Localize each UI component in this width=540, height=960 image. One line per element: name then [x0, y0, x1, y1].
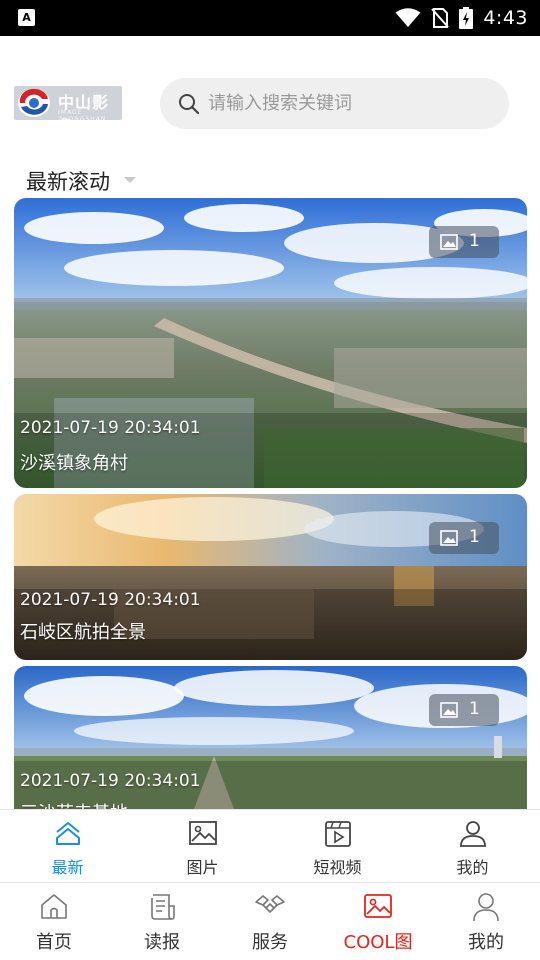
bottom-navigation: 首页 读报 服务 COOL图 我的: [0, 884, 540, 960]
nav-read-paper[interactable]: 读报: [108, 884, 216, 960]
house-icon: [41, 894, 67, 919]
photo-count: 1: [469, 699, 480, 719]
person-icon: [473, 893, 499, 922]
nav-label: 首页: [36, 932, 72, 953]
tab-label: 我的: [456, 858, 489, 877]
nav-label: 读报: [144, 932, 180, 953]
photo-count-badge: 1: [429, 694, 499, 726]
image-icon: [440, 234, 458, 250]
app-logo: 中山影像 IMAGE ZHONGSHAN: [14, 86, 122, 120]
handshake-icon: [255, 895, 285, 914]
user-icon: [459, 821, 486, 847]
card-title: 三沙花卉基地: [20, 799, 128, 809]
section-title[interactable]: 最新滚动: [26, 166, 110, 196]
battery-charging-icon: [459, 7, 474, 29]
nav-label: 我的: [468, 932, 504, 953]
nav-cool-pictures[interactable]: COOL图: [324, 884, 432, 960]
photo-card[interactable]: 1 2021-07-19 20:34:01 三沙花卉基地: [14, 666, 527, 809]
nav-services[interactable]: 服务: [216, 884, 324, 960]
status-right: 4:43: [395, 0, 528, 36]
card-date: 2021-07-19 20:34:01: [20, 590, 201, 610]
image-icon: [440, 702, 458, 718]
photo-count-badge: 1: [429, 226, 499, 258]
tab-mine[interactable]: 我的: [405, 810, 540, 882]
no-sim-icon: [431, 8, 450, 28]
content-tab-bar: 最新 图片 短视频 我的: [0, 809, 540, 883]
nav-label: COOL图: [343, 932, 413, 953]
card-title: 沙溪镇象角村: [20, 453, 128, 474]
logo-subtitle: IMAGE ZHONGSHAN: [58, 109, 107, 120]
logo-mark-icon: [18, 88, 50, 117]
notification-icon: A: [18, 9, 35, 26]
home-outline-icon: [55, 822, 80, 845]
tab-label: 图片: [186, 858, 219, 877]
photo-count: 1: [469, 231, 480, 251]
picture-icon: [188, 821, 217, 845]
photo-card[interactable]: 1 2021-07-19 20:34:01 石岐区航拍全景: [14, 494, 527, 660]
tab-label: 短视频: [313, 858, 362, 877]
card-title: 石岐区航拍全景: [20, 622, 146, 643]
photo-card[interactable]: 1 2021-07-19 20:34:01 沙溪镇象角村: [14, 198, 527, 488]
photo-count-badge: 1: [429, 522, 499, 554]
card-date: 2021-07-19 20:34:01: [20, 418, 201, 438]
newspaper-icon: [151, 894, 175, 920]
tab-label: 最新: [51, 858, 84, 877]
tab-latest[interactable]: 最新: [0, 810, 135, 882]
tab-short-video[interactable]: 短视频: [270, 810, 405, 882]
image-icon: [364, 894, 392, 918]
app-screen: A 4:43 中山影像 IMAGE ZHONGSHAN 最新滚动: [0, 0, 540, 960]
nav-mine[interactable]: 我的: [432, 884, 540, 960]
wifi-icon: [395, 8, 421, 27]
card-date: 2021-07-19 20:34:01: [20, 771, 201, 791]
video-icon: [324, 821, 351, 847]
search-bar[interactable]: [160, 78, 509, 129]
tab-pictures[interactable]: 图片: [135, 810, 270, 882]
search-input[interactable]: [208, 78, 498, 129]
status-bar: A 4:43: [0, 0, 540, 36]
image-icon: [440, 530, 458, 546]
nav-home[interactable]: 首页: [0, 884, 108, 960]
photo-count: 1: [469, 527, 480, 547]
clock: 4:43: [483, 7, 528, 29]
dropdown-caret-icon[interactable]: [124, 177, 136, 183]
nav-label: 服务: [252, 932, 288, 953]
search-icon: [179, 94, 200, 115]
